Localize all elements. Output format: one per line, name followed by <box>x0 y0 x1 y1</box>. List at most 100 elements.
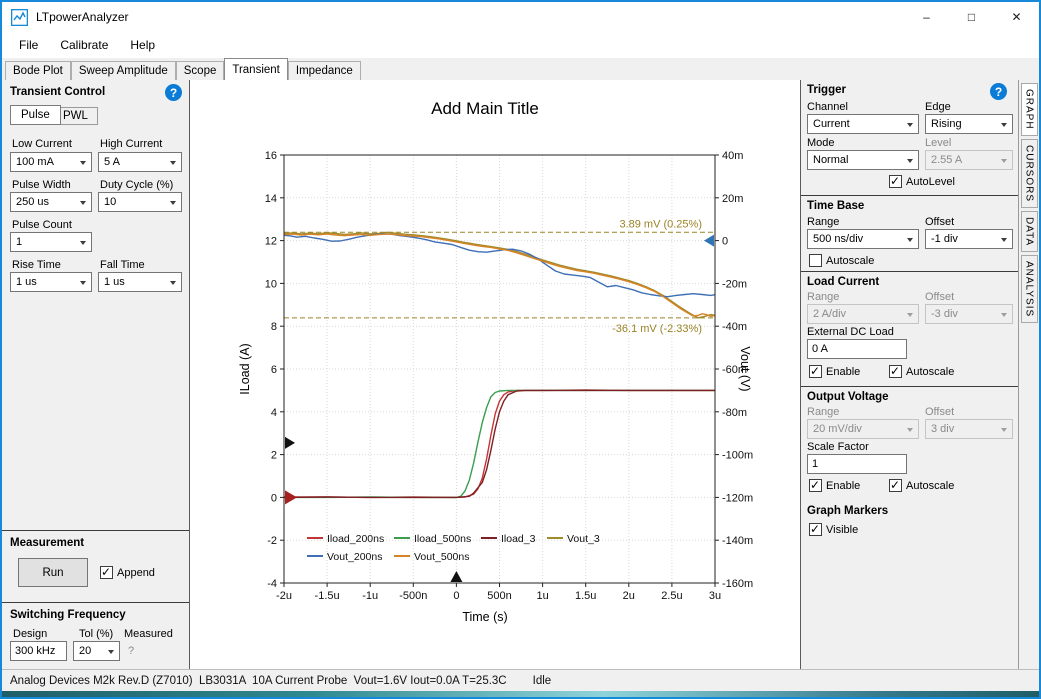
outputvoltage-range-select: 20 mV/div <box>807 419 919 439</box>
output-voltage-title: Output Voltage <box>807 391 889 403</box>
high-current-select[interactable]: 5 A <box>98 152 182 172</box>
level-label: Level <box>925 137 951 149</box>
graph-markers-visible-checkbox[interactable]: Visible <box>809 523 858 536</box>
svg-text:2u: 2u <box>623 590 635 602</box>
svg-text:-80m: -80m <box>722 407 747 419</box>
help-icon[interactable] <box>990 83 1007 100</box>
side-tab-analysis[interactable]: ANALYSIS <box>1021 255 1038 323</box>
checkbox-box <box>809 523 822 536</box>
chevron-down-icon <box>75 273 91 291</box>
side-tab-data[interactable]: DATA <box>1021 211 1038 252</box>
window-title: LTpowerAnalyzer <box>36 10 128 24</box>
tol-select[interactable]: 20 <box>73 641 120 661</box>
separator <box>801 271 1018 272</box>
graph-markers-title: Graph Markers <box>807 505 888 517</box>
chevron-down-icon <box>902 305 918 323</box>
svg-text:1u: 1u <box>536 590 548 602</box>
measured-label: Measured <box>124 628 173 640</box>
vout-zero-marker[interactable] <box>704 235 714 247</box>
design-freq-input[interactable] <box>10 641 67 661</box>
rise-time-select[interactable]: 1 us <box>10 272 92 292</box>
tol-label: Tol (%) <box>79 628 113 640</box>
maximize-button[interactable]: □ <box>949 2 994 32</box>
measured-value: ? <box>128 645 134 657</box>
separator <box>801 386 1018 387</box>
duty-cycle-label: Duty Cycle (%) <box>100 179 173 191</box>
window-controls: – □ ✕ <box>904 2 1039 32</box>
status-info: Analog Devices M2k Rev.D (Z7010) LB3031A… <box>10 675 507 687</box>
edge-select[interactable]: Rising <box>925 114 1013 134</box>
channel-select[interactable]: Current <box>807 114 919 134</box>
tab-impedance[interactable]: Impedance <box>288 61 361 80</box>
checkbox-box <box>809 254 822 267</box>
timebase-offset-select[interactable]: -1 div <box>925 229 1013 249</box>
combo-value: 10 <box>104 196 116 208</box>
svg-text:-2u: -2u <box>276 590 292 602</box>
mode-select[interactable]: Normal <box>807 150 919 170</box>
timebase-offset-label: Offset <box>925 216 954 228</box>
svg-text:500n: 500n <box>487 590 511 602</box>
outputvoltage-autoscale-checkbox[interactable]: Autoscale <box>889 479 954 492</box>
outputvoltage-enable-checkbox[interactable]: Enable <box>809 479 860 492</box>
scale-factor-label: Scale Factor <box>807 441 869 453</box>
tab-transient[interactable]: Transient <box>224 58 288 80</box>
loadcurrent-range-label: Range <box>807 291 839 303</box>
external-dc-load-input[interactable] <box>807 339 907 359</box>
trigger-time-marker[interactable] <box>450 571 462 582</box>
menu-help[interactable]: Help <box>119 34 166 56</box>
checkbox-box <box>889 175 902 188</box>
left-axis-label: ILoad (A) <box>238 343 252 394</box>
measurement-title: Measurement <box>10 537 84 549</box>
timebase-range-select[interactable]: 500 ns/div <box>807 229 919 249</box>
svg-text:Vout_3: Vout_3 <box>567 533 600 545</box>
svg-text:6: 6 <box>271 364 277 376</box>
timebase-autoscale-checkbox[interactable]: Autoscale <box>809 254 874 267</box>
loadcurrent-offset-select: -3 div <box>925 304 1013 324</box>
chart-panel: -2u-1.5u-1u-500n0500n1u1.5u2u2.5u3u16141… <box>190 80 800 669</box>
append-checkbox[interactable]: Append <box>100 566 155 579</box>
autolevel-checkbox[interactable]: AutoLevel <box>889 175 955 188</box>
tab-sweep-amplitude[interactable]: Sweep Amplitude <box>71 61 176 80</box>
low-current-select[interactable]: 100 mA <box>10 152 92 172</box>
side-tab-cursors[interactable]: CURSORS <box>1021 139 1038 208</box>
close-button[interactable]: ✕ <box>994 2 1039 32</box>
tab-bode-plot[interactable]: Bode Plot <box>5 61 71 80</box>
svg-text:2.5u: 2.5u <box>661 590 682 602</box>
loadcurrent-enable-checkbox[interactable]: Enable <box>809 365 860 378</box>
transient-chart[interactable]: -2u-1.5u-1u-500n0500n1u1.5u2u2.5u3u16141… <box>190 80 800 669</box>
scale-factor-input[interactable] <box>807 454 907 474</box>
trigger-level-marker[interactable] <box>285 437 295 449</box>
menu-file[interactable]: File <box>8 34 49 56</box>
iload-zero-marker[interactable] <box>285 490 297 504</box>
side-tab-graph[interactable]: GRAPH <box>1021 83 1038 136</box>
legend: Iload_200nsIload_500nsIload_3Vout_3Vout_… <box>307 533 600 563</box>
separator <box>801 195 1018 196</box>
svg-text:2: 2 <box>271 450 277 462</box>
minimize-button[interactable]: – <box>904 2 949 32</box>
combo-value: 500 ns/div <box>813 233 863 245</box>
design-label: Design <box>13 628 47 640</box>
checkbox-label: Autoscale <box>906 480 954 492</box>
duty-cycle-select[interactable]: 10 <box>98 192 182 212</box>
pulse-width-select[interactable]: 250 us <box>10 192 92 212</box>
run-button[interactable]: Run <box>18 558 88 587</box>
menu-calibrate[interactable]: Calibrate <box>49 34 119 56</box>
separator <box>2 530 189 531</box>
svg-text:-1.5u: -1.5u <box>315 590 340 602</box>
svg-text:-500n: -500n <box>399 590 427 602</box>
svg-text:Vout_500ns: Vout_500ns <box>414 551 469 563</box>
tab-scope[interactable]: Scope <box>176 61 225 80</box>
svg-text:0: 0 <box>722 236 728 248</box>
help-icon[interactable] <box>165 84 182 101</box>
chevron-down-icon <box>165 193 181 211</box>
pulse-count-select[interactable]: 1 <box>10 232 92 252</box>
separator <box>2 602 189 603</box>
svg-text:Iload_200ns: Iload_200ns <box>327 533 384 545</box>
subtab-pulse[interactable]: Pulse <box>10 105 61 125</box>
checkbox-label: Autoscale <box>906 366 954 378</box>
fall-time-select[interactable]: 1 us <box>98 272 182 292</box>
loadcurrent-autoscale-checkbox[interactable]: Autoscale <box>889 365 954 378</box>
status-state: Idle <box>533 675 552 687</box>
chart-title[interactable]: Add Main Title <box>431 99 539 118</box>
high-current-label: High Current <box>100 138 162 150</box>
